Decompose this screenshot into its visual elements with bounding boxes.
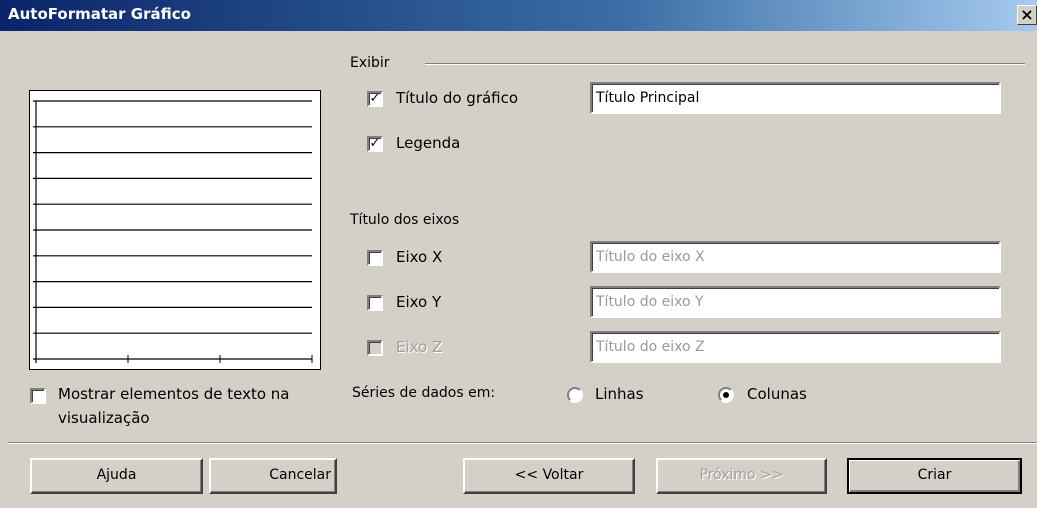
chart-title-label: Título do gráfico [396,89,519,107]
axis-x-label: Eixo X [396,248,443,266]
show-text-label-line2: visualização [58,409,150,427]
chart-title-input[interactable]: Título Principal [590,82,1001,114]
axis-z-label: Eixo Z [396,338,443,356]
display-group-divider [425,63,1025,65]
legend-label: Legenda [396,134,461,152]
back-button[interactable]: << Voltar [463,458,635,494]
close-button[interactable]: × [1017,5,1037,25]
axis-x-input[interactable]: Título do eixo X [590,241,1001,273]
help-button[interactable]: Ajuda [30,458,203,494]
series-rows-radio[interactable] [567,387,583,403]
display-group-label: Exibir [350,55,390,71]
chart-preview-grid [33,100,313,363]
axes-group-label: Título dos eixos [350,212,460,228]
axis-y-checkbox[interactable] [367,295,383,311]
axis-y-input[interactable]: Título do eixo Y [590,286,1001,318]
axis-x-checkbox[interactable] [367,250,383,266]
next-button: Próximo >> [656,458,827,494]
cancel-button[interactable]: Cancelar [209,458,337,494]
create-button[interactable]: Criar [847,458,1022,494]
axis-y-label: Eixo Y [396,293,442,311]
series-columns-label: Colunas [747,385,807,403]
legend-checkbox[interactable]: ✓ [367,136,383,152]
show-text-checkbox[interactable] [30,388,46,404]
series-label: Séries de dados em: [352,385,496,401]
series-rows-label: Linhas [595,385,644,403]
window-title: AutoFormatar Gráfico [8,5,191,23]
chart-preview [29,90,321,370]
title-bar: AutoFormatar Gráfico × [0,0,1037,31]
axis-z-input: Título do eixo Z [590,331,1001,363]
button-separator [8,442,1037,444]
axis-z-checkbox [367,340,383,356]
show-text-label-line1: Mostrar elementos de texto na [58,385,290,403]
chart-title-checkbox[interactable]: ✓ [367,91,383,107]
series-columns-radio[interactable] [718,387,734,403]
